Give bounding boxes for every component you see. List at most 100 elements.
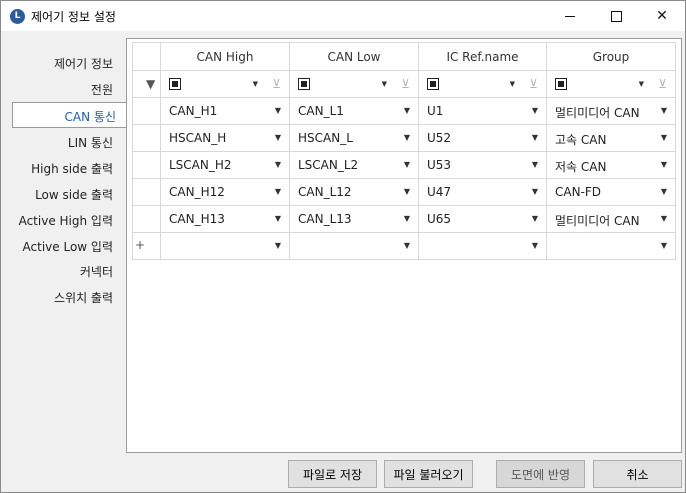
chevron-down-icon[interactable]: ▼ [404,160,410,169]
cell-value: U52 [427,131,452,145]
sidebar-item-power[interactable]: 전원 [91,81,113,98]
chevron-down-icon[interactable]: ▼ [639,80,644,88]
table-cell[interactable]: ▼ [418,232,547,260]
chevron-down-icon[interactable]: ▼ [661,106,667,115]
apply-to-drawing-button[interactable]: 도면에 반영 [496,460,585,488]
row-header[interactable] [132,97,161,125]
chevron-down-icon[interactable]: ▼ [532,214,538,223]
table-cell[interactable]: U53 ▼ [418,151,547,179]
filter-checkbox[interactable] [169,78,181,90]
table-cell[interactable]: 멀티미디어 CAN ▼ [546,205,676,233]
table-cell[interactable]: U52 ▼ [418,124,547,152]
filter-cell[interactable]: ▼ ⊻ [289,70,419,98]
table-cell[interactable]: U1 ▼ [418,97,547,125]
sidebar-item-switch-output[interactable]: 스위치 출력 [54,289,113,306]
new-row-header[interactable]: + [132,232,161,260]
table-cell[interactable]: CAN_H1 ▼ [160,97,290,125]
filter-checkbox[interactable] [555,78,567,90]
filter-checkbox[interactable] [427,78,439,90]
cell-value: LSCAN_L2 [298,158,359,172]
row-header-corner [132,42,161,71]
table-cell[interactable]: HSCAN_H ▼ [160,124,290,152]
table-cell[interactable]: CAN_H13 ▼ [160,205,290,233]
column-header[interactable]: Group [546,42,676,71]
minimize-button[interactable] [547,1,593,31]
chevron-down-icon[interactable]: ▼ [404,133,410,142]
chevron-down-icon[interactable]: ▼ [275,241,281,250]
filter-cell[interactable]: ▼ ⊻ [160,70,290,98]
table-cell[interactable]: 고속 CAN ▼ [546,124,676,152]
clear-filter-icon[interactable]: ⊻ [529,77,538,91]
row-header[interactable] [132,205,161,233]
chevron-down-icon[interactable]: ▼ [275,106,281,115]
chevron-down-icon[interactable]: ▼ [532,133,538,142]
table-cell[interactable]: CAN-FD ▼ [546,178,676,206]
table-cell[interactable]: HSCAN_L ▼ [289,124,419,152]
sidebar-item-can[interactable]: CAN 통신 [12,102,127,128]
clear-filter-icon[interactable]: ⊻ [658,77,667,91]
chevron-down-icon[interactable]: ▼ [404,187,410,196]
clear-filter-icon[interactable]: ⊻ [272,77,281,91]
filter-checkbox[interactable] [298,78,310,90]
table-cell[interactable]: U65 ▼ [418,205,547,233]
save-to-file-button[interactable]: 파일로 저장 [288,460,377,488]
clear-filter-icon[interactable]: ⊻ [401,77,410,91]
sidebar-item-low-side[interactable]: Low side 출력 [35,186,113,203]
table-cell[interactable]: CAN_L12 ▼ [289,178,419,206]
load-file-button[interactable]: 파일 불러오기 [384,460,473,488]
table-cell[interactable]: LSCAN_H2 ▼ [160,151,290,179]
row-header[interactable] [132,151,161,179]
chevron-down-icon[interactable]: ▼ [661,133,667,142]
table-cell[interactable]: CAN_L1 ▼ [289,97,419,125]
sidebar-item-lin[interactable]: LIN 통신 [68,134,113,151]
column-header[interactable]: CAN High [160,42,290,71]
chevron-down-icon[interactable]: ▼ [661,241,667,250]
sidebar-item-active-high[interactable]: Active High 입력 [19,212,113,229]
chevron-down-icon[interactable]: ▼ [661,187,667,196]
chevron-down-icon[interactable]: ▼ [532,241,538,250]
row-header[interactable] [132,124,161,152]
sidebar-item-active-low[interactable]: Active Low 입력 [23,238,113,255]
table-cell[interactable]: 저속 CAN ▼ [546,151,676,179]
chevron-down-icon[interactable]: ▼ [404,241,410,250]
table-cell[interactable]: ▼ [289,232,419,260]
cell-value: U47 [427,185,452,199]
close-button[interactable]: ✕ [639,1,685,31]
table-cell[interactable]: ▼ [546,232,676,260]
chevron-down-icon[interactable]: ▼ [253,80,258,88]
chevron-down-icon[interactable]: ▼ [532,106,538,115]
chevron-down-icon[interactable]: ▼ [404,214,410,223]
filter-cell[interactable]: ▼ ⊻ [546,70,676,98]
chevron-down-icon[interactable]: ▼ [275,187,281,196]
maximize-button[interactable] [593,1,639,31]
chevron-down-icon[interactable]: ▼ [510,80,515,88]
sidebar-item-connector[interactable]: 커넥터 [80,263,113,280]
filter-cell[interactable]: ▼ ⊻ [418,70,547,98]
table-cell[interactable]: 멀티미디어 CAN ▼ [546,97,676,125]
add-row-icon[interactable]: + [135,238,145,252]
chevron-down-icon[interactable]: ▼ [661,160,667,169]
table-cell[interactable]: ▼ [160,232,290,260]
row-header[interactable] [132,178,161,206]
cell-value: U1 [427,104,444,118]
table-cell[interactable]: LSCAN_L2 ▼ [289,151,419,179]
sidebar-item-high-side[interactable]: High side 출력 [31,160,113,177]
cancel-button[interactable]: 취소 [593,460,682,488]
column-header[interactable]: CAN Low [289,42,419,71]
chevron-down-icon[interactable]: ▼ [532,187,538,196]
chevron-down-icon[interactable]: ▼ [275,160,281,169]
column-header[interactable]: IC Ref.name [418,42,547,71]
sidebar-item-label: CAN 통신 [64,110,116,124]
table-cell[interactable]: U47 ▼ [418,178,547,206]
cell-value: CAN-FD [555,185,602,199]
chevron-down-icon[interactable]: ▼ [532,160,538,169]
chevron-down-icon[interactable]: ▼ [404,106,410,115]
chevron-down-icon[interactable]: ▼ [275,214,281,223]
chevron-down-icon[interactable]: ▼ [275,133,281,142]
chevron-down-icon[interactable]: ▼ [661,214,667,223]
table-cell[interactable]: CAN_H12 ▼ [160,178,290,206]
sidebar-item-controller-info[interactable]: 제어기 정보 [54,55,113,72]
chevron-down-icon[interactable]: ▼ [382,80,387,88]
filter-row: ▼ ▼ ⊻ ▼ ⊻ ▼ ⊻ ▼ ⊻ [132,70,676,98]
table-cell[interactable]: CAN_L13 ▼ [289,205,419,233]
